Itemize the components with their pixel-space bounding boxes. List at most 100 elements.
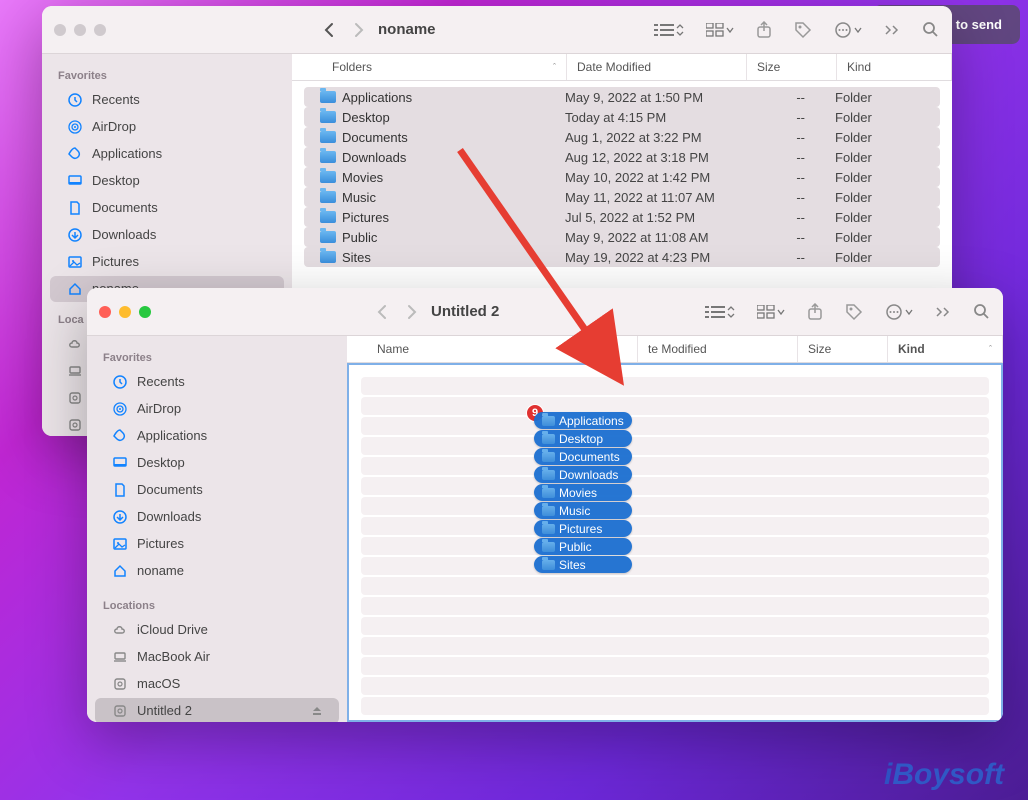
- share-icon[interactable]: [807, 303, 823, 321]
- maximize-button[interactable]: [94, 24, 106, 36]
- sidebar-item-label: Recents: [92, 91, 140, 109]
- forward-button[interactable]: [406, 304, 417, 320]
- sidebar-item-label: Downloads: [137, 508, 201, 526]
- chevrons-icon[interactable]: [935, 306, 951, 318]
- airdrop-icon: [111, 401, 129, 417]
- doc-icon: [66, 200, 84, 216]
- table-row[interactable]: MoviesMay 10, 2022 at 1:42 PM--Folder: [304, 167, 940, 187]
- minimize-button[interactable]: [119, 306, 131, 318]
- table-row[interactable]: DesktopToday at 4:15 PM--Folder: [304, 107, 940, 127]
- sidebar-item-macbook-air[interactable]: MacBook Air: [95, 644, 339, 670]
- group-icon[interactable]: [757, 305, 785, 319]
- empty-row: [361, 617, 989, 635]
- column-kind[interactable]: Kind: [837, 54, 952, 80]
- column-date[interactable]: Date Modified: [567, 54, 747, 80]
- titlebar[interactable]: Untitled 2: [87, 288, 1003, 336]
- sidebar-item-label: Documents: [137, 481, 203, 499]
- search-icon[interactable]: [973, 303, 991, 321]
- sidebar-item-recents[interactable]: Recents: [50, 87, 284, 113]
- column-headers[interactable]: Name te Modified Size Kindˆ: [347, 336, 1003, 363]
- action-icon[interactable]: [885, 303, 913, 321]
- column-size[interactable]: Size: [747, 54, 837, 80]
- sidebar-item-pictures[interactable]: Pictures: [50, 249, 284, 275]
- sidebar-item-icloud-drive[interactable]: iCloud Drive: [95, 617, 339, 643]
- sidebar-item-untitled-2[interactable]: Untitled 2: [95, 698, 339, 722]
- sidebar-item-desktop[interactable]: Desktop: [50, 168, 284, 194]
- column-name[interactable]: Foldersˆ: [292, 54, 567, 80]
- folder-icon: [320, 91, 336, 103]
- tag-icon[interactable]: [794, 21, 812, 39]
- file-size: --: [735, 150, 825, 165]
- table-row[interactable]: SitesMay 19, 2022 at 4:23 PM--Folder: [304, 247, 940, 267]
- table-row[interactable]: PublicMay 9, 2022 at 11:08 AM--Folder: [304, 227, 940, 247]
- view-list-icon[interactable]: [705, 305, 735, 319]
- app-icon: [111, 428, 129, 444]
- titlebar[interactable]: noname: [42, 6, 952, 54]
- sidebar-item-documents[interactable]: Documents: [95, 477, 339, 503]
- sidebar-item-airdrop[interactable]: AirDrop: [95, 396, 339, 422]
- picture-icon: [66, 254, 84, 270]
- sidebar-item-downloads[interactable]: Downloads: [50, 222, 284, 248]
- table-row[interactable]: MusicMay 11, 2022 at 11:07 AM--Folder: [304, 187, 940, 207]
- home-icon: [111, 563, 129, 579]
- close-button[interactable]: [54, 24, 66, 36]
- column-kind[interactable]: Kindˆ: [888, 336, 1003, 362]
- back-button[interactable]: [324, 22, 335, 38]
- sidebar-item-noname[interactable]: noname: [95, 558, 339, 584]
- file-kind: Folder: [825, 190, 940, 205]
- file-size: --: [735, 210, 825, 225]
- sidebar-item-documents[interactable]: Documents: [50, 195, 284, 221]
- sidebar-item-pictures[interactable]: Pictures: [95, 531, 339, 557]
- sidebar-item-applications[interactable]: Applications: [50, 141, 284, 167]
- back-button[interactable]: [377, 304, 388, 320]
- file-size: --: [735, 170, 825, 185]
- file-list-pane[interactable]: Name te Modified Size Kindˆ: [347, 336, 1003, 722]
- sidebar-item-downloads[interactable]: Downloads: [95, 504, 339, 530]
- file-name: Sites: [342, 250, 371, 265]
- eject-icon[interactable]: [311, 705, 323, 717]
- sidebar-item-airdrop[interactable]: AirDrop: [50, 114, 284, 140]
- view-list-icon[interactable]: [654, 23, 684, 37]
- column-headers[interactable]: Foldersˆ Date Modified Size Kind: [292, 54, 952, 81]
- folder-icon: [320, 251, 336, 263]
- folder-icon: [320, 131, 336, 143]
- maximize-button[interactable]: [139, 306, 151, 318]
- column-date[interactable]: te Modified: [638, 336, 798, 362]
- file-kind: Folder: [825, 110, 940, 125]
- empty-row: [361, 657, 989, 675]
- share-icon[interactable]: [756, 21, 772, 39]
- folder-icon: [320, 171, 336, 183]
- sidebar-item-label: Documents: [92, 199, 158, 217]
- file-kind: Folder: [825, 230, 940, 245]
- table-row[interactable]: PicturesJul 5, 2022 at 1:52 PM--Folder: [304, 207, 940, 227]
- action-icon[interactable]: [834, 21, 862, 39]
- minimize-button[interactable]: [74, 24, 86, 36]
- sidebar-item-recents[interactable]: Recents: [95, 369, 339, 395]
- sidebar-item-macos[interactable]: macOS: [95, 671, 339, 697]
- file-name: Applications: [342, 90, 412, 105]
- disk-icon: [111, 676, 129, 692]
- table-row[interactable]: DocumentsAug 1, 2022 at 3:22 PM--Folder: [304, 127, 940, 147]
- file-size: --: [735, 110, 825, 125]
- table-row[interactable]: ApplicationsMay 9, 2022 at 1:50 PM--Fold…: [304, 87, 940, 107]
- tag-icon[interactable]: [845, 303, 863, 321]
- forward-button[interactable]: [353, 22, 364, 38]
- laptop-icon: [111, 649, 129, 665]
- table-row[interactable]: DownloadsAug 12, 2022 at 3:18 PM--Folder: [304, 147, 940, 167]
- column-size[interactable]: Size: [798, 336, 888, 362]
- sidebar-item-desktop[interactable]: Desktop: [95, 450, 339, 476]
- file-name: Movies: [342, 170, 383, 185]
- empty-row: [361, 397, 989, 415]
- column-name[interactable]: Name: [347, 336, 638, 362]
- close-button[interactable]: [99, 306, 111, 318]
- file-size: --: [735, 130, 825, 145]
- chevrons-icon[interactable]: [884, 24, 900, 36]
- search-icon[interactable]: [922, 21, 940, 39]
- window-title: Untitled 2: [431, 303, 499, 320]
- clock-icon: [66, 92, 84, 108]
- empty-row: [361, 517, 989, 535]
- group-icon[interactable]: [706, 23, 734, 37]
- sidebar-item-label: Untitled 2: [137, 702, 192, 720]
- sidebar-item-applications[interactable]: Applications: [95, 423, 339, 449]
- empty-row: [361, 537, 989, 555]
